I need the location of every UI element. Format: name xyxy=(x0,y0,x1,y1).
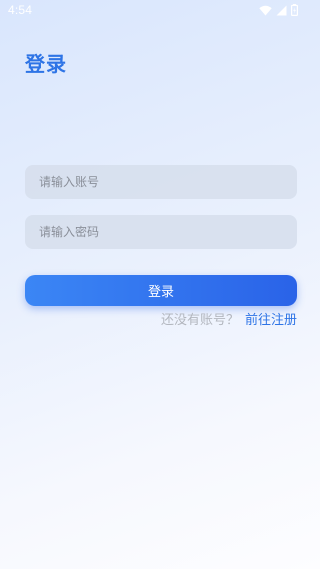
login-button[interactable]: 登录 xyxy=(25,275,297,306)
password-input[interactable] xyxy=(25,215,297,249)
register-hint: 还没有账号？ xyxy=(160,313,239,328)
account-field[interactable] xyxy=(25,165,297,199)
register-row: 还没有账号？ 前往注册 xyxy=(161,309,297,328)
account-input[interactable] xyxy=(25,165,297,199)
battery-icon xyxy=(291,4,298,16)
status-bar: 4:54 xyxy=(0,0,320,22)
status-icons xyxy=(259,4,298,16)
register-link[interactable]: 前往注册 xyxy=(245,313,297,328)
signal-icon xyxy=(276,5,287,16)
wifi-icon xyxy=(259,5,272,16)
status-time: 4:54 xyxy=(8,3,33,17)
page-title: 登录 xyxy=(25,52,67,76)
password-field[interactable] xyxy=(25,215,297,249)
